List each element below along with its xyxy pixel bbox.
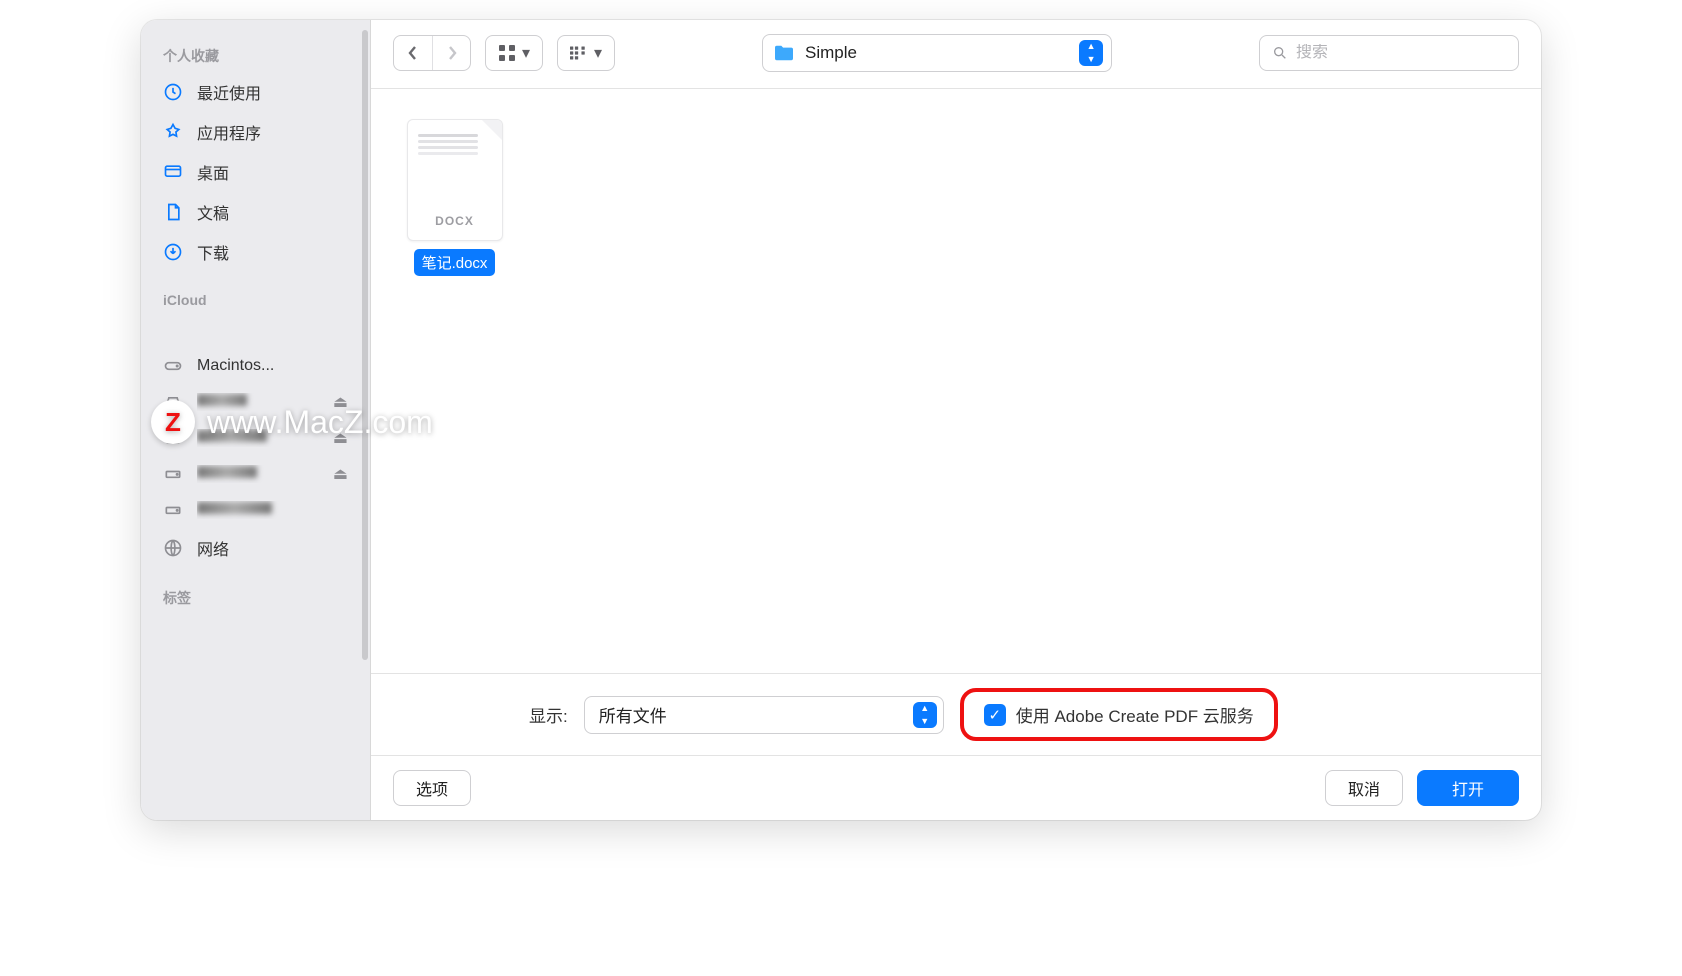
clock-icon xyxy=(163,82,185,102)
path-popup[interactable]: Simple ▲▼ xyxy=(762,34,1112,72)
cloud-checkbox[interactable]: ✓ xyxy=(984,704,1006,726)
sidebar-item-location[interactable]: Macintos... xyxy=(141,348,370,384)
group-by-button[interactable]: ▾ xyxy=(557,35,615,71)
chevron-down-icon: ▾ xyxy=(594,43,602,63)
open-button[interactable]: 打开 xyxy=(1417,770,1519,806)
options-button[interactable]: 选项 xyxy=(393,770,471,806)
sidebar-item-label: 桌面 xyxy=(197,160,348,184)
watermark: Z www.MacZ.com xyxy=(151,400,433,444)
sidebar-item-label: Macintos... xyxy=(197,357,348,375)
search-field[interactable] xyxy=(1259,35,1519,71)
search-input[interactable] xyxy=(1296,44,1506,62)
folder-icon xyxy=(773,44,795,62)
sidebar-section-icloud: iCloud xyxy=(141,286,370,314)
file-name-label: 笔记.docx xyxy=(414,249,496,276)
file-item[interactable]: DOCX 笔记.docx xyxy=(397,119,512,276)
main-panel: ▾ ▾ Simple ▲▼ xyxy=(371,20,1541,820)
sidebar-scrollbar[interactable] xyxy=(362,30,368,660)
file-thumbnail-icon: DOCX xyxy=(407,119,503,241)
dropdown-stepper-icon: ▲▼ xyxy=(913,702,937,728)
sidebar-item-desktop[interactable]: 桌面 xyxy=(141,152,370,192)
file-type-badge: DOCX xyxy=(408,214,502,228)
nav-segment xyxy=(393,35,471,71)
sidebar-item-label: 应用程序 xyxy=(197,120,348,144)
options-bar: 显示: 所有文件 ▲▼ ✓ 使用 Adobe Create PDF 云服务 xyxy=(371,673,1541,755)
chevron-down-icon: ▾ xyxy=(522,43,530,63)
cancel-button[interactable]: 取消 xyxy=(1325,770,1403,806)
sidebar-item-location[interactable]: ⏏ xyxy=(141,456,370,492)
hdd-icon xyxy=(163,356,185,376)
sidebar-item-label: 文稿 xyxy=(197,200,348,224)
sidebar-item-documents[interactable]: 文稿 xyxy=(141,192,370,232)
sidebar-item-label xyxy=(197,465,321,483)
toolbar: ▾ ▾ Simple ▲▼ xyxy=(371,20,1541,89)
globe-icon xyxy=(163,538,185,558)
cloud-option-callout: ✓ 使用 Adobe Create PDF 云服务 xyxy=(960,688,1278,741)
sidebar-item-label: 最近使用 xyxy=(197,80,348,104)
cloud-checkbox-label: 使用 Adobe Create PDF 云服务 xyxy=(1016,702,1254,727)
search-icon xyxy=(1272,45,1288,61)
sidebar-item-downloads[interactable]: 下载 xyxy=(141,232,370,272)
show-label: 显示: xyxy=(529,702,568,727)
path-stepper-icon[interactable]: ▲▼ xyxy=(1079,40,1103,66)
back-button[interactable] xyxy=(394,36,432,70)
doc-icon xyxy=(163,202,185,222)
watermark-badge: Z xyxy=(151,400,195,444)
view-mode-icons-button[interactable]: ▾ xyxy=(485,35,543,71)
sidebar-item-label xyxy=(197,501,348,519)
sidebar-item-label: 网络 xyxy=(197,536,348,560)
sidebar-item-network[interactable]: 网络 xyxy=(141,528,370,568)
show-filter-value: 所有文件 xyxy=(599,702,913,727)
watermark-text: www.MacZ.com xyxy=(207,404,433,441)
disk-image-icon xyxy=(163,500,185,520)
file-grid[interactable]: DOCX 笔记.docx xyxy=(371,89,1541,673)
disk-image-icon xyxy=(163,464,185,484)
forward-button[interactable] xyxy=(432,36,470,70)
sidebar-section-favorites: 个人收藏 xyxy=(141,40,370,72)
sidebar-item-label: 下载 xyxy=(197,240,348,264)
apps-icon xyxy=(163,122,185,142)
sidebar-section-tags: 标签 xyxy=(141,582,370,614)
file-open-dialog: Z www.MacZ.com 个人收藏 最近使用 应用程序 桌面 xyxy=(141,20,1541,820)
action-bar: 选项 取消 打开 xyxy=(371,755,1541,820)
show-filter-dropdown[interactable]: 所有文件 ▲▼ xyxy=(584,696,944,734)
sidebar-item-recents[interactable]: 最近使用 xyxy=(141,72,370,112)
desktop-icon xyxy=(163,162,185,182)
sidebar-item-location[interactable] xyxy=(141,492,370,528)
path-label: Simple xyxy=(805,43,1069,63)
eject-icon[interactable]: ⏏ xyxy=(333,464,348,484)
download-icon xyxy=(163,242,185,262)
sidebar-item-applications[interactable]: 应用程序 xyxy=(141,112,370,152)
